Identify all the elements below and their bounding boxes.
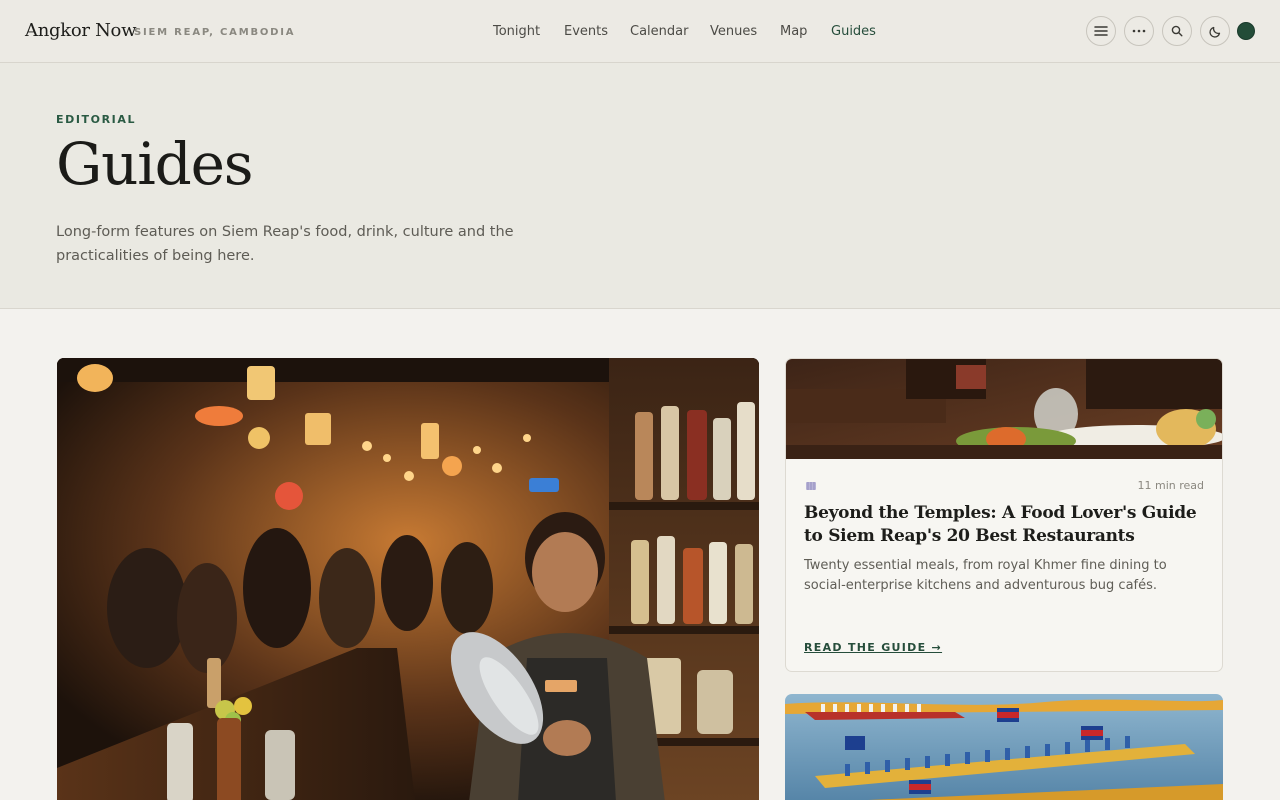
site-header: Angkor Now SIEM REAP, CAMBODIA Tonight E… xyxy=(0,0,1280,63)
nav-item-events[interactable]: Events xyxy=(564,24,608,39)
dark-mode-toggle[interactable] xyxy=(1200,16,1230,46)
restaurant-table-photo xyxy=(786,359,1222,459)
guide-card[interactable] xyxy=(785,694,1223,800)
nav-item-calendar[interactable]: Calendar xyxy=(630,24,688,39)
read-time: 11 min read xyxy=(1137,479,1204,492)
nav-item-map[interactable]: Map xyxy=(780,24,807,39)
guide-card[interactable]: 11 min read Beyond the Temples: A Food L… xyxy=(785,358,1223,672)
nav-item-guides[interactable]: Guides xyxy=(831,24,876,39)
read-guide-link[interactable]: READ THE GUIDE → xyxy=(804,641,942,654)
bar-bartender-photo xyxy=(57,358,759,800)
section-eyebrow: EDITORIAL xyxy=(56,113,137,126)
fork-knife-icon xyxy=(805,480,817,495)
boat-race-photo xyxy=(785,694,1223,800)
guide-title[interactable]: Beyond the Temples: A Food Lover's Guide… xyxy=(804,502,1209,548)
accent-color-swatch[interactable] xyxy=(1237,22,1255,40)
more-button[interactable] xyxy=(1124,16,1154,46)
guide-description: Twenty essential meals, from royal Khmer… xyxy=(804,558,1167,593)
menu-icon xyxy=(1094,26,1108,36)
nav-item-tonight[interactable]: Tonight xyxy=(493,24,540,39)
page-hero: EDITORIAL Guides Long-form features on S… xyxy=(0,63,1280,309)
page-title: Guides xyxy=(56,130,253,198)
nav-item-venues[interactable]: Venues xyxy=(710,24,757,39)
moon-icon xyxy=(1208,26,1220,38)
menu-button[interactable] xyxy=(1086,16,1116,46)
more-icon xyxy=(1132,29,1146,33)
search-icon xyxy=(1171,25,1183,37)
search-button[interactable] xyxy=(1162,16,1192,46)
featured-guide-card[interactable] xyxy=(57,358,759,800)
page-description: Long-form features on Siem Reap's food, … xyxy=(56,224,514,264)
